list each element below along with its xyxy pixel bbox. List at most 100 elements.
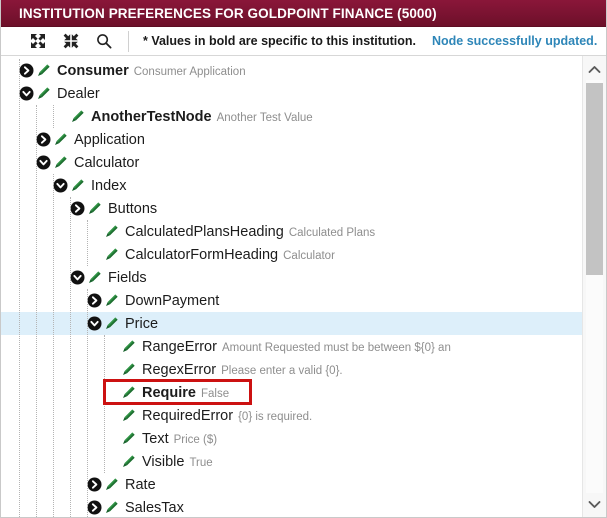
tree-node-name: RangeError: [142, 338, 217, 355]
tree-row-labels: Fields: [108, 266, 147, 289]
chevron-right-icon[interactable]: [87, 477, 102, 492]
tree-row[interactable]: Text Price ($): [1, 427, 582, 450]
tree-node-value: {0} is required.: [238, 410, 313, 423]
tree-row-labels: RangeError Amount Requested must be betwe…: [142, 335, 451, 358]
edit-pencil-icon[interactable]: [70, 109, 85, 124]
tree-rows-container: Consumer Consumer Application Dealer Anothe…: [1, 56, 582, 517]
tree-row-labels: Buttons: [108, 197, 157, 220]
scroll-up-arrow-icon[interactable]: [583, 58, 606, 80]
tree-row[interactable]: CalculatedPlansHeading Calculated Plans: [1, 220, 582, 243]
tree-node-name: Text: [142, 430, 169, 447]
edit-pencil-icon[interactable]: [104, 247, 119, 262]
chevron-right-icon[interactable]: [87, 500, 102, 515]
tree-node-name: Buttons: [108, 200, 158, 217]
tree-row-labels: Require False: [142, 381, 229, 404]
tree-row-labels: CalculatedPlansHeading Calculated Plans: [125, 220, 375, 243]
edit-pencil-icon[interactable]: [53, 132, 68, 147]
tree-node-name: Rate: [125, 476, 156, 493]
edit-pencil-icon[interactable]: [104, 477, 119, 492]
edit-pencil-icon[interactable]: [104, 316, 119, 331]
tree-row[interactable]: Fields: [1, 266, 582, 289]
collapse-all-icon[interactable]: [62, 33, 79, 50]
tree-row-labels: DownPayment: [125, 289, 219, 312]
tree-node-name: Price: [125, 315, 159, 332]
scroll-down-arrow-icon[interactable]: [583, 493, 606, 515]
vertical-scrollbar[interactable]: [582, 56, 606, 517]
tree-node-value: Calculator: [283, 249, 335, 262]
tree-node-value: False: [201, 387, 230, 400]
edit-pencil-icon[interactable]: [104, 224, 119, 239]
tree-row[interactable]: RegexError Please enter a valid {0}.: [1, 358, 582, 381]
tree-viewport: Consumer Consumer Application Dealer Anothe…: [1, 56, 582, 517]
edit-pencil-icon[interactable]: [121, 408, 136, 423]
scrollbar-thumb[interactable]: [586, 83, 603, 275]
window-title-bar: INSTITUTION PREFERENCES FOR GOLDPOINT FI…: [1, 0, 606, 27]
tree-row-labels: Consumer Consumer Application: [57, 59, 246, 82]
tree-node-value: Calculated Plans: [288, 226, 376, 239]
tree-row[interactable]: Buttons: [1, 197, 582, 220]
edit-pencil-icon[interactable]: [121, 385, 136, 400]
chevron-down-icon[interactable]: [87, 316, 102, 331]
edit-pencil-icon[interactable]: [36, 86, 51, 101]
edit-pencil-icon[interactable]: [121, 339, 136, 354]
tree-row[interactable]: Rate: [1, 473, 582, 496]
chevron-down-icon[interactable]: [53, 178, 68, 193]
chevron-right-icon[interactable]: [19, 63, 34, 78]
bold-values-note: * Values in bold are specific to this in…: [143, 34, 416, 48]
tree-node-name: RequiredError: [142, 407, 234, 424]
tree-node-value: Consumer Application: [133, 65, 246, 78]
chevron-down-icon[interactable]: [36, 155, 51, 170]
tree-node-name: Application: [74, 131, 145, 148]
tree-row[interactable]: Visible True: [1, 450, 582, 473]
chevron-right-icon[interactable]: [36, 132, 51, 147]
tree-row-labels: Calculator: [74, 151, 139, 174]
edit-pencil-icon[interactable]: [121, 431, 136, 446]
tree-node-value: Amount Requested must be between ${0} an: [221, 341, 451, 354]
expand-all-icon[interactable]: [29, 33, 46, 50]
search-icon[interactable]: [95, 33, 112, 50]
edit-pencil-icon[interactable]: [87, 270, 102, 285]
edit-pencil-icon[interactable]: [104, 293, 119, 308]
tree-row-labels: Dealer: [57, 82, 100, 105]
tree-node-value: Please enter a valid {0}.: [221, 364, 343, 377]
edit-pencil-icon[interactable]: [53, 155, 68, 170]
tree-row[interactable]: Consumer Consumer Application: [1, 59, 582, 82]
chevron-down-icon[interactable]: [19, 86, 34, 101]
preferences-tree-panel: Consumer Consumer Application Dealer Anothe…: [1, 56, 606, 517]
tree-row[interactable]: Require False: [1, 381, 582, 404]
chevron-right-icon[interactable]: [70, 201, 85, 216]
tree-row[interactable]: CalculatorFormHeading Calculator: [1, 243, 582, 266]
tree-row[interactable]: AnotherTestNode Another Test Value: [1, 105, 582, 128]
edit-pencil-icon[interactable]: [70, 178, 85, 193]
tree-row[interactable]: SalesTax: [1, 496, 582, 517]
chevron-right-icon[interactable]: [87, 293, 102, 308]
tree-node-name: SalesTax: [125, 499, 184, 516]
tree-row[interactable]: Index: [1, 174, 582, 197]
tree-node-name: Visible: [142, 453, 185, 470]
edit-pencil-icon[interactable]: [36, 63, 51, 78]
tree-row[interactable]: RangeError Amount Requested must be betwe…: [1, 335, 582, 358]
toolbar: * Values in bold are specific to this in…: [1, 27, 606, 56]
tree-row[interactable]: Calculator: [1, 151, 582, 174]
tree-row[interactable]: Dealer: [1, 82, 582, 105]
tree-row[interactable]: Application: [1, 128, 582, 151]
toolbar-divider: [128, 30, 129, 52]
edit-pencil-icon[interactable]: [104, 500, 119, 515]
institution-preferences-window: INSTITUTION PREFERENCES FOR GOLDPOINT FI…: [0, 0, 607, 518]
tree-row-labels: Application: [74, 128, 145, 151]
tree-node-name: Fields: [108, 269, 147, 286]
edit-pencil-icon[interactable]: [87, 201, 102, 216]
tree-row[interactable]: Price: [1, 312, 582, 335]
status-message: Node successfully updated.: [431, 34, 598, 48]
tree-node-name: Require: [142, 384, 196, 401]
tree-row[interactable]: DownPayment: [1, 289, 582, 312]
tree-row-labels: RequiredError {0} is required.: [142, 404, 312, 427]
tree-row-labels: Rate: [125, 473, 156, 496]
edit-pencil-icon[interactable]: [121, 454, 136, 469]
tree-row[interactable]: RequiredError {0} is required.: [1, 404, 582, 427]
edit-pencil-icon[interactable]: [121, 362, 136, 377]
chevron-down-icon[interactable]: [70, 270, 85, 285]
tree-node-name: CalculatedPlansHeading: [125, 223, 284, 240]
tree-node-name: Dealer: [57, 85, 100, 102]
toolbar-icon-group: [1, 27, 128, 55]
